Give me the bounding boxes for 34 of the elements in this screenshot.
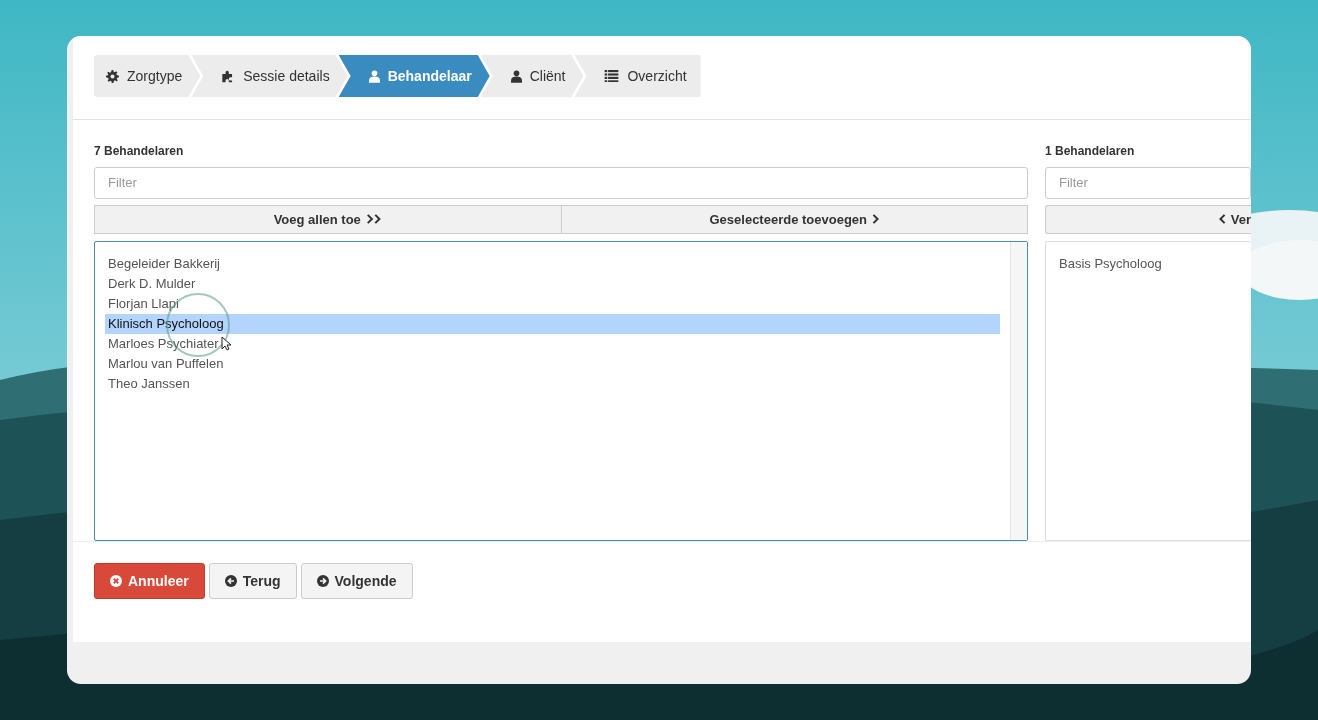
wizard-step[interactable]: Overzicht <box>574 55 701 97</box>
list-heading: 1 Behandelaren <box>1045 143 1136 160</box>
cancel-icon <box>110 575 122 587</box>
footer-button[interactable]: Annuleer <box>94 563 205 599</box>
wizard-step[interactable]: Zorgtype <box>94 55 201 97</box>
list-icon <box>604 70 620 82</box>
chevron-right-icon <box>872 214 879 225</box>
user-icon <box>368 69 380 83</box>
back-arrow-icon <box>224 575 237 587</box>
list-item[interactable]: Basis Psycholoog <box>1056 253 1251 274</box>
scrollbar[interactable] <box>1010 241 1027 540</box>
list-item[interactable]: Derk D. Mulder <box>105 273 1010 294</box>
footer-button[interactable]: Volgende <box>300 563 413 599</box>
list-item[interactable]: Begeleider Bakkerij <box>105 253 1010 274</box>
list-item[interactable]: Theo Janssen <box>105 373 1010 394</box>
list-item[interactable]: Klinisch Psycholoog <box>105 313 1000 334</box>
list-item[interactable]: Marlou van Puffelen <box>105 353 1010 374</box>
double-chevron-right-icon <box>365 214 382 225</box>
next-arrow-icon <box>316 575 329 587</box>
gear-icon <box>106 69 119 83</box>
add-button[interactable]: Voeg allen toe <box>94 204 562 234</box>
list-heading: 7 Behandelaren <box>94 143 185 160</box>
list-item[interactable]: Marloes Psychiater <box>105 333 1010 354</box>
user-icon <box>510 69 522 83</box>
remove-button[interactable]: Ver <box>1045 204 1251 234</box>
filter-field[interactable]: Filter <box>1045 167 1251 199</box>
wizard-step[interactable]: Behandelaar <box>338 55 490 97</box>
add-button[interactable]: Geselecteerde toevoegen <box>561 204 1028 234</box>
wizard-step[interactable]: Sessie details <box>191 55 348 97</box>
list-item[interactable]: Florjan Llapi <box>105 293 1010 314</box>
wizard-step[interactable]: Cliënt <box>480 55 584 97</box>
footer-button[interactable]: Terug <box>208 563 297 599</box>
filter-field[interactable]: Filter <box>94 167 1028 199</box>
chevron-left-icon <box>1218 214 1226 225</box>
